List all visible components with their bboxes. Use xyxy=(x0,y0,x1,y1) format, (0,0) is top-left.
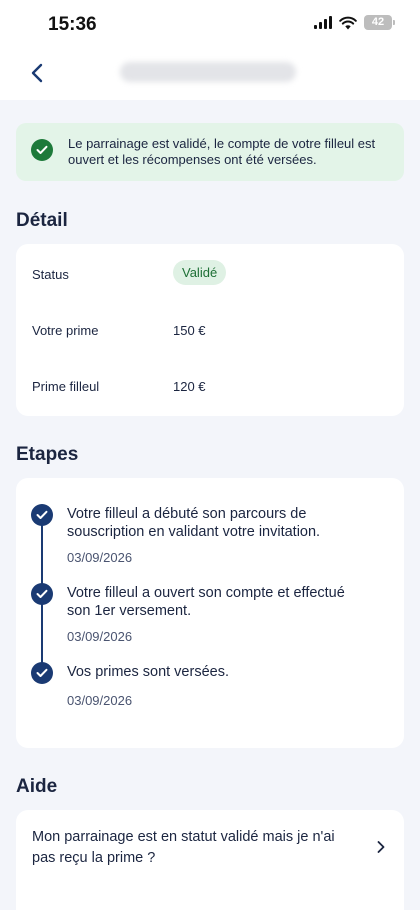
step-text: Vos primes sont versées. xyxy=(67,664,229,680)
detail-label: Prime filleul xyxy=(32,379,100,394)
status-time: 15:36 xyxy=(48,14,97,35)
wifi-icon xyxy=(339,16,357,29)
check-icon xyxy=(31,662,53,684)
step-date: 03/09/2026 xyxy=(67,629,133,644)
back-button[interactable] xyxy=(24,60,50,86)
status-icons: 42 xyxy=(314,15,395,30)
signal-icon xyxy=(314,16,332,29)
step-date: 03/09/2026 xyxy=(67,550,133,565)
steps-card: Votre filleul a débuté son parcours de s… xyxy=(16,478,404,748)
detail-row-votre-prime: Votre prime 150 € xyxy=(16,316,404,346)
detail-row-prime-filleul: Prime filleul 120 € xyxy=(16,372,404,402)
detail-row-status: Status Validé xyxy=(16,260,404,290)
back-chevron-icon xyxy=(31,63,43,83)
status-badge: Validé xyxy=(173,260,227,285)
nav-title-redacted xyxy=(120,62,296,82)
check-circle-icon xyxy=(31,139,53,161)
help-title: Aide xyxy=(16,776,58,797)
step-date: 03/09/2026 xyxy=(67,693,133,708)
check-icon xyxy=(31,504,53,526)
detail-value: 150 € xyxy=(173,323,206,338)
detail-card: Status Validé Votre prime 150 € Prime fi… xyxy=(16,244,404,416)
chevron-right-icon xyxy=(377,841,385,853)
step-text: Votre filleul a ouvert son compte et eff… xyxy=(67,585,345,619)
battery-icon: 42 xyxy=(364,15,395,30)
step-text: Votre filleul a débuté son parcours de s… xyxy=(67,506,321,540)
success-alert: Le parrainage est validé, le compte de v… xyxy=(16,123,404,181)
help-question: Mon parrainage est en statut validé mais… xyxy=(32,829,335,866)
nav-bar xyxy=(0,48,420,100)
steps-title: Etapes xyxy=(16,444,79,465)
detail-title: Détail xyxy=(16,210,68,231)
alert-message: Le parrainage est validé, le compte de v… xyxy=(68,136,376,167)
status-bar: 15:36 42 xyxy=(0,0,420,48)
detail-value: 120 € xyxy=(173,379,206,394)
check-icon xyxy=(31,583,53,605)
detail-label: Status xyxy=(32,267,69,282)
help-item[interactable]: Mon parrainage est en statut validé mais… xyxy=(16,810,404,910)
detail-label: Votre prime xyxy=(32,323,99,338)
